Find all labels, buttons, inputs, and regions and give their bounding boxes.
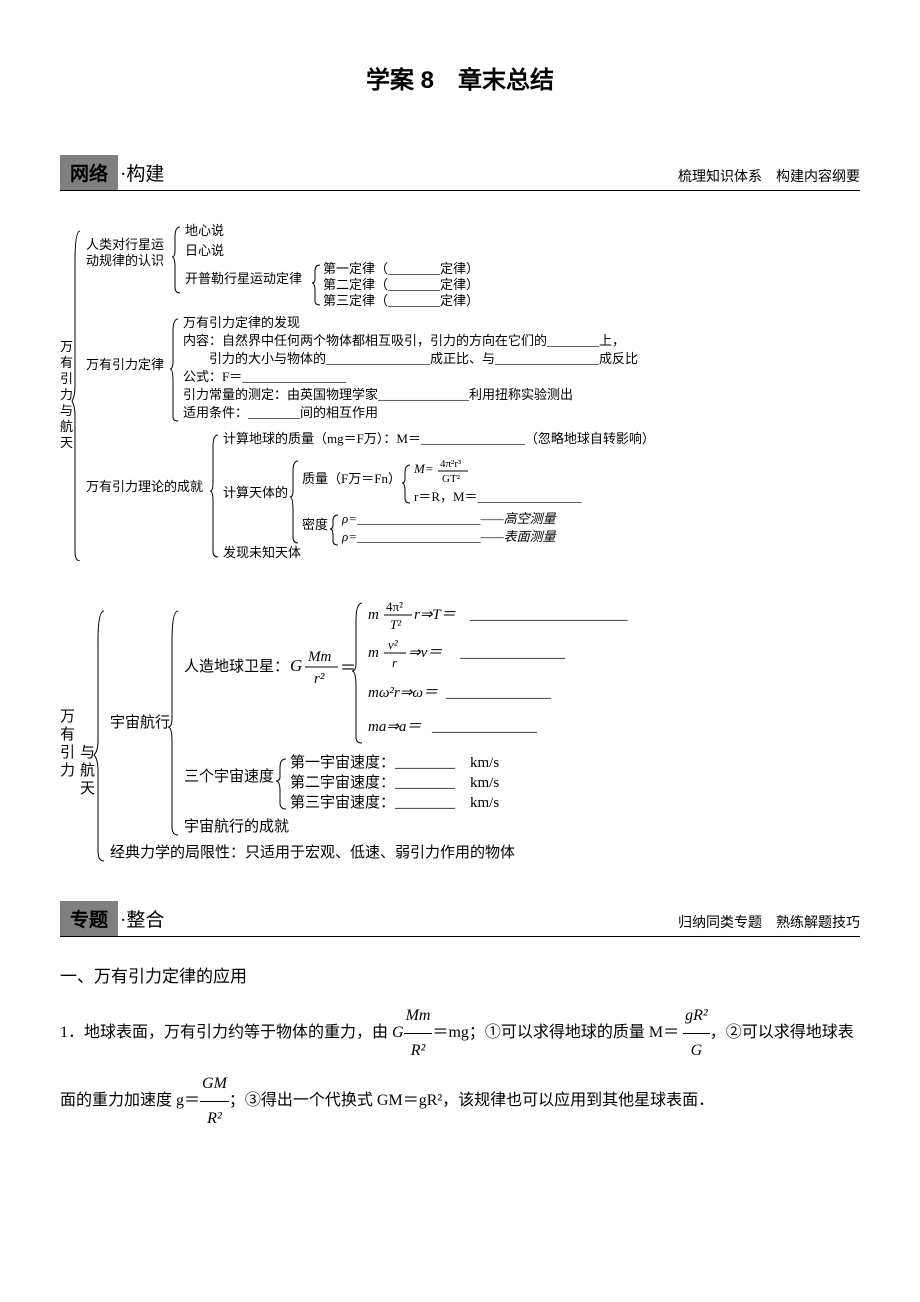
tree-root-label: 与航天: [80, 744, 95, 797]
math-text: 4π²: [386, 599, 403, 614]
fraction: gR²G: [683, 999, 710, 1067]
numerator: Mm: [404, 999, 433, 1034]
denominator: R²: [200, 1102, 229, 1136]
tree-root-label: 万有引力: [60, 709, 75, 779]
tree-branch: 万有引力理论的成就: [86, 479, 203, 494]
math-text: ＝: [340, 660, 356, 677]
math-text: ma⇒a＝: [368, 719, 421, 735]
math-text: m: [368, 645, 379, 661]
tree-leaf: 引力常量的测定：由英国物理学家______________利用扭称实验测出: [183, 387, 573, 402]
blank-line: ______________: [459, 645, 566, 661]
tree-leaf: M=: [413, 461, 434, 476]
tree-leaf: 计算天体的: [223, 485, 288, 500]
tree-leaf: 第三定律（________定律）: [323, 293, 479, 308]
banner-sub: 归纳同类专题 熟练解题技巧: [678, 912, 860, 936]
math-text: v²: [388, 637, 399, 652]
blank-line: _____________________: [469, 607, 628, 623]
tree-leaf: r＝R，M＝________________: [414, 489, 582, 504]
tree-leaf: 第一定律（________定律）: [323, 261, 479, 276]
tree-leaf: ρ=___________________——表面测量: [341, 529, 558, 544]
tree-branch: 宇宙航行: [110, 714, 170, 731]
math-text: r⇒T＝: [414, 607, 456, 623]
tree-leaf: 第二定律（________定律）: [323, 277, 479, 292]
tree-leaf: 经典力学的局限性：只适用于宏观、低速、弱引力作用的物体: [110, 844, 515, 861]
math-text: G: [392, 1024, 404, 1041]
math-text: r: [392, 655, 398, 670]
section-banner-network: 网络·构建 梳理知识体系 构建内容纲要: [60, 155, 860, 191]
banner-label: ·整合: [118, 910, 164, 931]
concept-tree-2: 万有引力 与航天 宇宙航行 人造地球卫星： G Mm r² ＝ m 4π² T²…: [60, 591, 860, 871]
tree-leaf: 公式：F＝________________: [183, 369, 347, 384]
math-text: r²: [314, 671, 325, 687]
tree-leaf: 发现未知天体: [223, 545, 301, 560]
math-text: G: [290, 656, 302, 675]
tree-leaf: 开普勒行星运动定律: [185, 271, 302, 286]
math-text: mω²r⇒ω＝: [368, 685, 438, 701]
tree-leaf: 适用条件：________间的相互作用: [183, 405, 378, 420]
blank-line: ______________: [431, 719, 538, 735]
body-paragraph: 1．地球表面，万有引力约等于物体的重力，由 GMmR²＝mg；①可以求得地球的质…: [60, 999, 860, 1135]
tree-leaf: 人造地球卫星：: [184, 658, 289, 675]
tree-leaf: 宇宙航行的成就: [184, 818, 289, 835]
section-banner-topic: 专题·整合 归纳同类专题 熟练解题技巧: [60, 901, 860, 937]
tree-branch: 万有引力定律: [86, 357, 164, 372]
tree-leaf: 第二宇宙速度：________ km/s: [290, 773, 499, 791]
banner-sub: 梳理知识体系 构建内容纲要: [678, 166, 860, 190]
banner-tag: 网络: [60, 155, 118, 190]
tree-leaf: 密度: [302, 517, 328, 532]
tree-leaf: 日心说: [185, 243, 224, 258]
text: ＝mg；①可以求得地球的质量 M＝: [432, 1024, 679, 1041]
tree-leaf: 第一宇宙速度：________ km/s: [290, 753, 499, 771]
section-heading: 一、万有引力定律的应用: [60, 962, 860, 987]
numerator: gR²: [683, 999, 710, 1034]
tree-root-label: 万有引力与航天: [60, 339, 73, 450]
tree-branch: 人类对行星运动规律的认识: [86, 237, 164, 268]
tree-leaf: ρ=___________________——高空测量: [341, 511, 558, 526]
tree-leaf: 4π²r³: [440, 458, 462, 470]
tree-leaf: 三个宇宙速度: [184, 768, 274, 785]
concept-tree-1: 万有引力与航天 人类对行星运动规律的认识 地心说 日心说 开普勒行星运动定律 第…: [60, 221, 860, 561]
tree-leaf: 引力的大小与物体的________________成正比、与__________…: [183, 351, 638, 366]
tree-leaf: 内容：自然界中任何两个物体都相互吸引，引力的方向在它们的________上，: [183, 333, 625, 348]
banner-tag: 专题: [60, 901, 118, 936]
text: ；③得出一个代换式 GM＝gR²，该规律也可以应用到其他星球表面．: [229, 1092, 714, 1109]
fraction: MmR²: [404, 999, 433, 1067]
page-title: 学案 8 章末总结: [60, 60, 860, 95]
tree-leaf: 万有引力定律的发现: [183, 315, 300, 330]
math-text: Mm: [307, 649, 331, 665]
tree-leaf: 地心说: [185, 223, 224, 238]
tree-leaf: 质量（F万＝Fn）: [302, 471, 401, 486]
fraction: GMR²: [200, 1067, 229, 1135]
tree-leaf: 计算地球的质量（mg＝F万）：M＝________________（忽略地球自转…: [223, 431, 655, 446]
math-text: m: [368, 607, 379, 623]
denominator: G: [683, 1034, 710, 1068]
denominator: R²: [404, 1034, 433, 1068]
blank-line: ______________: [445, 685, 552, 701]
math-text: ⇒v＝: [408, 645, 442, 661]
text: 1．地球表面，万有引力约等于物体的重力，由: [60, 1024, 392, 1041]
tree-leaf: GT²: [442, 473, 461, 485]
banner-label: ·构建: [118, 164, 164, 185]
math-text: T²: [390, 617, 402, 632]
numerator: GM: [200, 1067, 229, 1102]
tree-leaf: 第三宇宙速度：________ km/s: [290, 793, 499, 811]
